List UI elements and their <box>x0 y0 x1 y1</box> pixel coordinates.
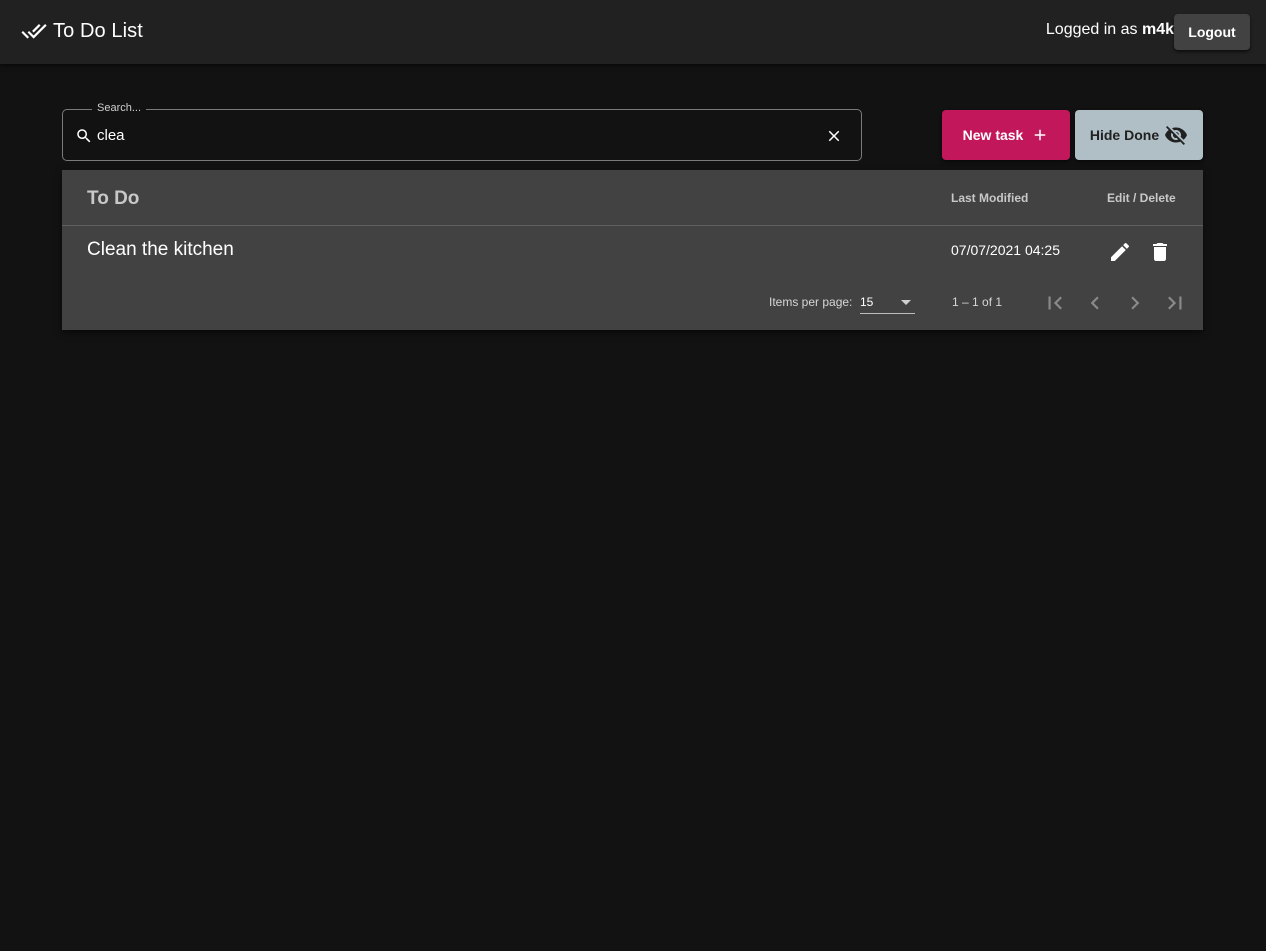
logged-in-prefix: Logged in as <box>1045 21 1142 38</box>
app-toolbar: To Do List Logged in as m4k Logout <box>0 0 1266 64</box>
new-task-button[interactable]: New task <box>942 110 1070 160</box>
hide-done-label: Hide Done <box>1089 127 1160 143</box>
column-header-last-modified[interactable]: Last Modified <box>951 191 1028 205</box>
table-row: Clean the kitchen 07/07/2021 04:25 <box>62 226 1203 276</box>
dropdown-arrow-icon <box>901 300 911 305</box>
app-title: To Do List <box>53 19 143 42</box>
username: m4k <box>1141 21 1174 38</box>
new-task-label: New task <box>962 127 1024 143</box>
items-per-page-label: Items per page: <box>769 295 853 309</box>
todo-table: To Do Last Modified Edit / Delete Clean … <box>62 170 1203 330</box>
table-header: To Do Last Modified Edit / Delete <box>62 170 1203 226</box>
eye-off-icon <box>1165 126 1188 145</box>
items-per-page-value: 15 <box>860 295 874 309</box>
last-page-icon[interactable] <box>1162 290 1188 316</box>
hide-done-button[interactable]: Hide Done <box>1075 110 1203 160</box>
pencil-icon[interactable] <box>1108 240 1132 264</box>
logged-in-status: Logged in as m4k <box>1046 21 1174 39</box>
page-range-label: 1 – 1 of 1 <box>952 295 1003 309</box>
brand: To Do List <box>21 18 143 44</box>
search-label: Search... <box>92 102 147 114</box>
chevron-left-icon[interactable] <box>1082 290 1108 316</box>
search-field[interactable]: Search... <box>62 102 862 161</box>
double-check-icon <box>21 18 47 44</box>
column-header-todo[interactable]: To Do <box>87 188 139 210</box>
search-icon <box>75 127 93 145</box>
first-page-icon[interactable] <box>1042 290 1068 316</box>
task-last-modified: 07/07/2021 04:25 <box>951 242 1060 258</box>
paginator: Items per page: 15 1 – 1 of 1 <box>62 276 1203 330</box>
plus-icon <box>1035 129 1046 141</box>
items-per-page-select[interactable]: 15 <box>860 291 915 314</box>
column-header-edit-delete: Edit / Delete <box>1107 191 1176 205</box>
logout-button[interactable]: Logout <box>1174 14 1250 50</box>
search-input[interactable] <box>97 124 797 146</box>
close-icon[interactable] <box>825 127 843 145</box>
chevron-right-icon[interactable] <box>1122 290 1148 316</box>
trash-icon[interactable] <box>1148 240 1172 264</box>
task-title[interactable]: Clean the kitchen <box>87 239 234 261</box>
